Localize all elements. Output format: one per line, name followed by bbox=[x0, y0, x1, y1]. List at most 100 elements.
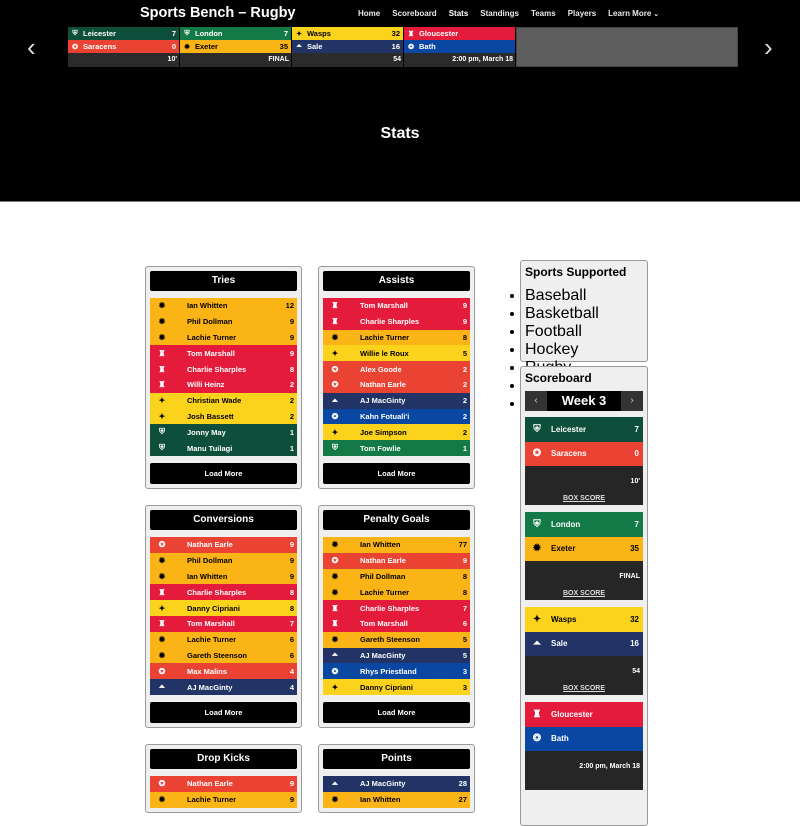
stat-row[interactable]: ♜ Charlie Sharples 7 bbox=[323, 600, 470, 616]
stat-row[interactable]: ♜ Charlie Sharples 9 bbox=[323, 313, 470, 330]
scoreboard-team-row[interactable]: ✦ Wasps 32 bbox=[525, 607, 643, 632]
stat-row[interactable]: ✹ Phil Dollman 8 bbox=[323, 568, 470, 585]
nav-item-home[interactable]: Home bbox=[358, 9, 380, 18]
sport-item[interactable]: Baseball bbox=[525, 287, 643, 305]
player-name: Ian Whitten bbox=[187, 571, 228, 581]
team-score: 32 bbox=[391, 29, 400, 38]
player-name: Nathan Earle bbox=[187, 540, 233, 550]
stat-row[interactable]: ✦ Josh Bassett 2 bbox=[150, 408, 297, 425]
exeter-chief-icon: ✹ bbox=[158, 556, 166, 566]
stat-value: 8 bbox=[289, 364, 294, 374]
stat-row[interactable]: ✹ Lachie Turner 9 bbox=[150, 329, 297, 346]
team-score: 7 bbox=[283, 29, 288, 38]
player-name: Kahn Fotuali'i bbox=[360, 411, 410, 421]
stat-row[interactable]: ✦ Danny Cipriani 8 bbox=[150, 600, 297, 616]
stat-row[interactable]: ♜ Tom Marshall 9 bbox=[323, 298, 470, 314]
load-more-button[interactable]: Load More bbox=[323, 462, 470, 484]
stat-row[interactable]: ✪ Nathan Earle 9 bbox=[150, 537, 297, 553]
nav-item-players[interactable]: Players bbox=[568, 9, 596, 18]
stat-row[interactable]: ❂ Rhys Priestland 3 bbox=[323, 663, 470, 680]
stat-value: 5 bbox=[462, 650, 467, 660]
player-name: Charlie Sharples bbox=[360, 317, 420, 327]
gloucester-crest-icon: ♜ bbox=[331, 603, 339, 613]
ticker-team-row: ⛨ Leicester 7 bbox=[68, 27, 179, 40]
ticker-next-arrow[interactable]: › bbox=[764, 32, 773, 63]
sport-item[interactable]: Hockey bbox=[525, 341, 643, 359]
nav-item-stats[interactable]: Stats bbox=[449, 9, 469, 18]
box-score-link[interactable]: BOX SCORE bbox=[525, 685, 643, 692]
site-title[interactable]: Sports Bench – Rugby bbox=[140, 5, 296, 21]
ticker-prev-arrow[interactable]: ‹ bbox=[27, 32, 36, 63]
stat-row[interactable]: ♜ Charlie Sharples 8 bbox=[150, 361, 297, 377]
ticker-team-row: ⛨ London 7 bbox=[180, 27, 291, 40]
stat-row[interactable]: ✹ Gareth Steenson 6 bbox=[150, 647, 297, 664]
ticker-game[interactable]: ⛨ Leicester 7 ✪ Saracens 0 10' bbox=[68, 27, 180, 67]
week-next-button[interactable]: › bbox=[621, 391, 643, 411]
box-score-link[interactable]: BOX SCORE bbox=[525, 495, 643, 502]
stat-row[interactable]: ✹ Phil Dollman 9 bbox=[150, 313, 297, 330]
wasp-icon: ✦ bbox=[158, 396, 166, 406]
stat-row[interactable]: ✦ Willie le Roux 5 bbox=[323, 345, 470, 362]
stat-row[interactable]: ✹ Lachie Turner 6 bbox=[150, 631, 297, 648]
stat-row[interactable]: ✪ Nathan Earle 2 bbox=[323, 376, 470, 393]
saracens-star-icon: ✪ bbox=[331, 364, 339, 374]
nav-item-standings[interactable]: Standings bbox=[480, 9, 519, 18]
stat-row[interactable]: ⛨ Jonny May 1 bbox=[150, 424, 297, 441]
nav-item-teams[interactable]: Teams bbox=[531, 9, 556, 18]
scoreboard-team-row[interactable]: ⛨ Leicester 7 bbox=[525, 417, 643, 442]
ticker-game[interactable]: ✦ Wasps 32 ⏶ Sale 16 54 bbox=[292, 27, 404, 67]
scoreboard-team-row[interactable]: ⏶ Sale 16 bbox=[525, 631, 643, 656]
stat-row[interactable]: ✦ Joe Simpson 2 bbox=[323, 424, 470, 441]
stat-row[interactable]: ✹ Gareth Steenson 5 bbox=[323, 631, 470, 648]
stat-row[interactable]: ✹ Ian Whitten 77 bbox=[323, 537, 470, 553]
stat-row[interactable]: ✹ Ian Whitten 12 bbox=[150, 298, 297, 314]
player-name: Lachie Turner bbox=[360, 332, 410, 342]
stat-row[interactable]: ✪ Nathan Earle 9 bbox=[150, 776, 297, 792]
nav-item-learn-more[interactable]: Learn More ⌄ bbox=[608, 9, 659, 18]
load-more-button[interactable]: Load More bbox=[323, 701, 470, 723]
scoreboard-team-row[interactable]: ⛨ London 7 bbox=[525, 512, 643, 537]
sport-item[interactable]: Football bbox=[525, 323, 643, 341]
stat-row[interactable]: ⏶ AJ MacGinty 5 bbox=[323, 647, 470, 664]
gloucester-crest-icon: ♜ bbox=[158, 364, 166, 374]
stat-row[interactable]: ⛨ Manu Tuilagi 1 bbox=[150, 440, 297, 456]
stat-row[interactable]: ✪ Nathan Earle 9 bbox=[323, 552, 470, 569]
stat-value: 4 bbox=[289, 682, 294, 692]
stat-card-title: Tries bbox=[150, 271, 297, 291]
nav-item-scoreboard[interactable]: Scoreboard bbox=[392, 9, 436, 18]
stat-row[interactable]: ✦ Danny Cipriani 3 bbox=[323, 679, 470, 695]
stat-row[interactable]: ♜ Tom Marshall 6 bbox=[323, 615, 470, 632]
stat-row[interactable]: ♜ Tom Marshall 9 bbox=[150, 345, 297, 362]
stat-row[interactable]: ✹ Lachie Turner 8 bbox=[323, 329, 470, 346]
stat-row[interactable]: ✹ Phil Dollman 9 bbox=[150, 552, 297, 569]
stat-row[interactable]: ⏶ AJ MacGinty 2 bbox=[323, 392, 470, 409]
stat-row[interactable]: ✦ Christian Wade 2 bbox=[150, 392, 297, 409]
week-prev-button[interactable]: ‹ bbox=[525, 391, 547, 411]
stat-row[interactable]: ⏶ AJ MacGinty 4 bbox=[150, 679, 297, 695]
scoreboard-team-row[interactable]: ♜ Gloucester bbox=[525, 702, 643, 727]
stat-row[interactable]: ❂ Kahn Fotuali'i 2 bbox=[323, 408, 470, 425]
team-score: 16 bbox=[630, 639, 639, 649]
load-more-button[interactable]: Load More bbox=[150, 701, 297, 723]
scoreboard-team-row[interactable]: ✹ Exeter 35 bbox=[525, 536, 643, 561]
stat-row[interactable]: ⏶ AJ MacGinty 28 bbox=[323, 776, 470, 792]
ticker-game[interactable]: ⛨ London 7 ✹ Exeter 35 FINAL bbox=[180, 27, 292, 67]
load-more-button[interactable]: Load More bbox=[150, 462, 297, 484]
stat-row[interactable]: ⛨ Tom Fowlie 1 bbox=[323, 440, 470, 456]
sports-supported-widget: Sports Supported BaseballBasketballFootb… bbox=[520, 260, 648, 412]
scoreboard-team-row[interactable]: ❂ Bath bbox=[525, 726, 643, 751]
ticker-game[interactable]: ♜ Gloucester ❂ Bath 2:00 pm, March 18 bbox=[404, 27, 516, 67]
gloucester-crest-icon: ♜ bbox=[331, 317, 339, 327]
stat-row[interactable]: ♜ Charlie Sharples 8 bbox=[150, 584, 297, 601]
stat-row[interactable]: ✪ Max Malins 4 bbox=[150, 663, 297, 680]
sport-item[interactable]: Basketball bbox=[525, 305, 643, 323]
box-score-link[interactable]: BOX SCORE bbox=[525, 590, 643, 597]
player-name: Gareth Steenson bbox=[360, 635, 421, 645]
stat-row[interactable]: ♜ Willi Heinz 2 bbox=[150, 376, 297, 393]
scoreboard-team-row[interactable]: ✪ Saracens 0 bbox=[525, 441, 643, 466]
stat-value: 6 bbox=[289, 650, 294, 660]
stat-row[interactable]: ✪ Alex Goode 2 bbox=[323, 361, 470, 377]
stat-row[interactable]: ✹ Ian Whitten 9 bbox=[150, 568, 297, 585]
stat-row[interactable]: ♜ Tom Marshall 7 bbox=[150, 615, 297, 632]
stat-row[interactable]: ✹ Lachie Turner 8 bbox=[323, 584, 470, 601]
